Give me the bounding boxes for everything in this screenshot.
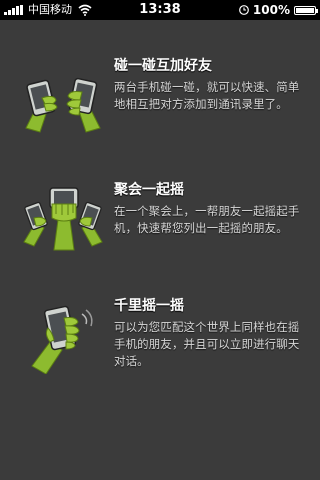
feature-description: 两台手机碰一碰，就可以快速、简单地相互把对方添加到通讯录里了。 bbox=[114, 80, 300, 111]
phones-bump-icon bbox=[25, 77, 101, 133]
hand-shake-phone-icon bbox=[31, 305, 93, 374]
battery-fill bbox=[296, 7, 314, 13]
battery-percent: 100% bbox=[252, 3, 290, 17]
feature-text: 碰一碰互加好友 两台手机碰一碰，就可以快速、简单地相互把对方添加到通讯录里了。 bbox=[114, 56, 310, 113]
feature-description: 在一个聚会上，一帮朋友一起摇起手机，快速帮您列出一起摇的朋友。 bbox=[114, 204, 300, 235]
feature-text: 千里摇一摇 可以为您匹配这个世界上同样也在摇手机的朋友，并且可以立即进行聊天对话… bbox=[114, 296, 310, 370]
status-bar: 中国移动 13:38 100% bbox=[0, 0, 320, 20]
feature-title: 千里摇一摇 bbox=[114, 298, 184, 314]
feature-text: 聚会一起摇 在一个聚会上，一帮朋友一起摇起手机，快速帮您列出一起摇的朋友。 bbox=[114, 180, 310, 237]
feature-title: 聚会一起摇 bbox=[114, 182, 184, 198]
status-right: 100% bbox=[239, 0, 318, 20]
feature-description: 可以为您匹配这个世界上同样也在摇手机的朋友，并且可以立即进行聊天对话。 bbox=[114, 320, 300, 368]
screen: 中国移动 13:38 100% 碰一碰互加好友 两台手机碰一碰，就可以快速、简单… bbox=[0, 0, 320, 480]
group-shake-icon bbox=[23, 187, 103, 251]
battery-icon bbox=[294, 5, 318, 15]
feature-title: 碰一碰互加好友 bbox=[114, 58, 212, 74]
alarm-clock-icon bbox=[239, 5, 249, 15]
